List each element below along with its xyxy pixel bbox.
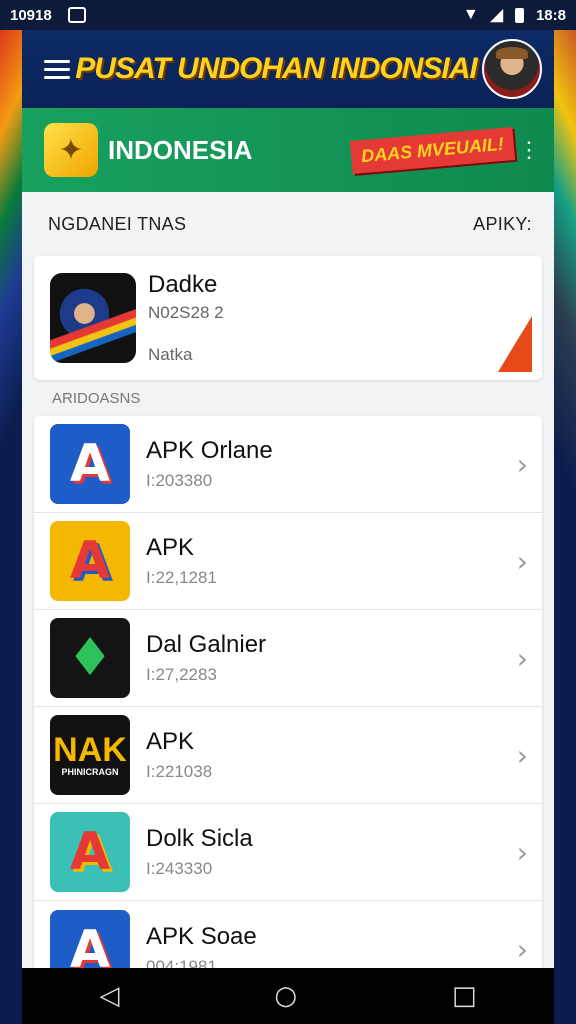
- chevron-right-icon: ›: [516, 738, 528, 772]
- section-header: NGDANEI TNAS APIKY:: [22, 192, 554, 256]
- apk-logo-icon: A: [50, 812, 130, 892]
- avatar[interactable]: [482, 39, 542, 99]
- app-version: I:203380: [146, 471, 213, 490]
- section-title: NGDANEI TNAS: [48, 213, 187, 234]
- app-title: PUSAT UNDOHAN INDONSIAI: [75, 52, 477, 85]
- leaf-logo-icon: ♦: [50, 618, 130, 698]
- list-item[interactable]: NAK PHINICRAGN APK I:221038 ›: [34, 707, 542, 804]
- banner-badge[interactable]: DAAS MVEUAIL!: [349, 126, 516, 174]
- app-version: I:221038: [146, 762, 213, 781]
- icon-text-top: NAK: [53, 731, 127, 769]
- app-version: I:243330: [146, 859, 213, 878]
- app-header: PUSAT UNDOHAN INDONSIAI: [22, 30, 554, 108]
- chevron-right-icon: ›: [516, 933, 528, 966]
- app-version: I:22,1281: [146, 568, 217, 587]
- featured-app-icon: [50, 273, 136, 363]
- home-icon[interactable]: ○: [274, 981, 297, 1011]
- app-version: 004:1981: [146, 956, 217, 969]
- featured-name: Dadke: [148, 271, 218, 298]
- navigation-bar: ◁ ○ □: [22, 968, 554, 1024]
- signal-icon: ◢: [490, 7, 503, 24]
- app-name: APK: [146, 534, 195, 561]
- status-clock: 18:8: [535, 6, 566, 24]
- featured-card[interactable]: Dadke N02S28 2 Natka: [34, 256, 542, 380]
- icon-text-bottom: PHINICRAGN: [61, 767, 119, 777]
- apk-logo-icon: A: [50, 521, 130, 601]
- wifi-icon: ▼: [462, 6, 479, 23]
- app-version: I:27,2283: [146, 665, 217, 684]
- banner[interactable]: ✦ INDONESIA DAAS MVEUAIL! ⋮: [22, 108, 554, 192]
- back-icon[interactable]: ◁: [99, 981, 119, 1011]
- app-name: APK Orlane: [146, 437, 273, 464]
- app-shell: PUSAT UNDOHAN INDONSIAI ✦ INDONESIA DAAS…: [22, 30, 554, 968]
- app-list: A APK Orlane I:203380 › A APK I:22,1281 …: [34, 416, 542, 968]
- app-name: APK Soae: [146, 922, 257, 950]
- chevron-right-icon: ›: [516, 544, 528, 578]
- nak-logo-icon: NAK PHINICRAGN: [50, 715, 130, 795]
- more-icon[interactable]: ⋮: [518, 137, 540, 163]
- list-caption: ARIDOASNS: [52, 389, 141, 407]
- chevron-right-icon: ›: [516, 835, 528, 869]
- section-link[interactable]: APIKY:: [473, 214, 532, 235]
- chevron-right-icon: ›: [516, 447, 528, 481]
- list-item[interactable]: A Dolk Sicla I:243330 ›: [34, 804, 542, 901]
- status-time: 10918: [10, 6, 52, 24]
- list-item[interactable]: A APK Orlane I:203380 ›: [34, 416, 542, 513]
- garuda-logo-icon: ✦: [44, 123, 98, 177]
- featured-version: N02S28 2: [148, 303, 224, 322]
- list-item[interactable]: A APK Soae 004:1981 ›: [34, 901, 542, 968]
- list-item[interactable]: A APK I:22,1281 ›: [34, 513, 542, 610]
- app-name: Dolk Sicla: [146, 825, 253, 852]
- recent-apps-icon[interactable]: □: [452, 981, 477, 1011]
- status-bar: 10918 ▼ ◢ 18:8: [0, 0, 576, 30]
- apk-logo-icon: A: [50, 424, 130, 504]
- apk-logo-icon: A: [50, 909, 130, 968]
- menu-icon[interactable]: [44, 59, 70, 79]
- banner-title: INDONESIA: [108, 134, 253, 165]
- notification-icon: [67, 7, 86, 23]
- chevron-right-icon: ›: [516, 641, 528, 675]
- battery-icon: [514, 7, 524, 23]
- app-name: APK: [146, 728, 195, 755]
- app-name: Dal Galnier: [146, 631, 267, 658]
- featured-subtitle: Natka: [148, 345, 193, 364]
- flag-icon: [498, 316, 532, 372]
- list-item[interactable]: ♦ Dal Galnier I:27,2283 ›: [34, 610, 542, 707]
